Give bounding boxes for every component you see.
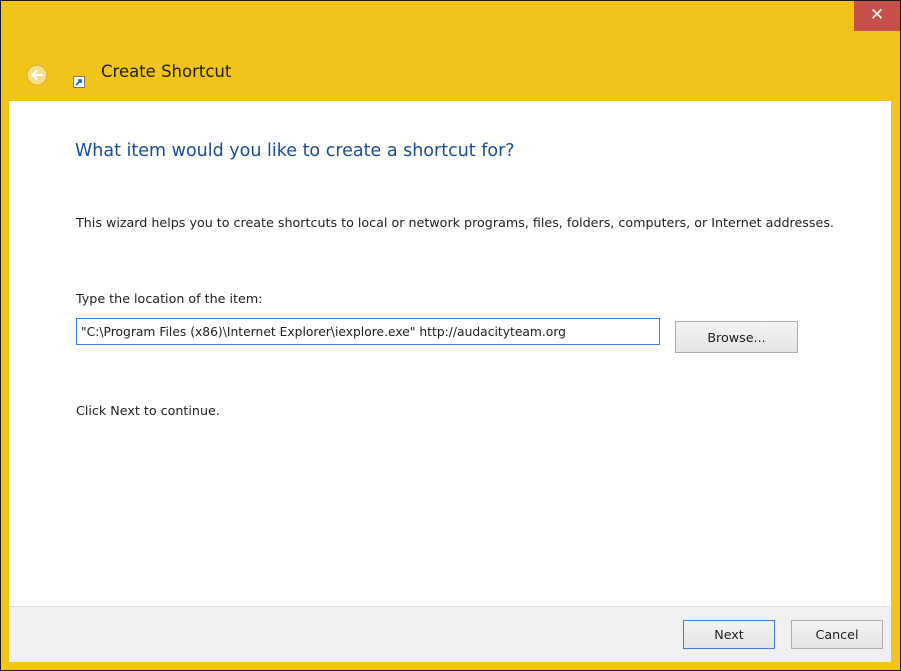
back-arrow-icon[interactable]	[26, 64, 48, 90]
wizard-footer: Next Cancel	[9, 606, 891, 662]
location-label: Type the location of the item:	[76, 291, 263, 306]
wizard-header: Create Shortcut	[1, 31, 900, 101]
browse-button[interactable]: Browse...	[675, 321, 798, 353]
page-heading: What item would you like to create a sho…	[75, 141, 515, 161]
close-icon: ✕	[869, 5, 885, 25]
wizard-content: What item would you like to create a sho…	[9, 101, 891, 606]
shortcut-icon	[73, 73, 85, 92]
create-shortcut-window: ✕ Create Shortcut What item would you li…	[0, 0, 901, 671]
close-button[interactable]: ✕	[854, 1, 900, 31]
next-button[interactable]: Next	[683, 620, 775, 649]
cancel-button[interactable]: Cancel	[791, 620, 883, 649]
continue-text: Click Next to continue.	[76, 403, 220, 418]
window-title: Create Shortcut	[101, 62, 232, 81]
location-input[interactable]	[76, 318, 660, 345]
intro-text: This wizard helps you to create shortcut…	[76, 215, 834, 230]
